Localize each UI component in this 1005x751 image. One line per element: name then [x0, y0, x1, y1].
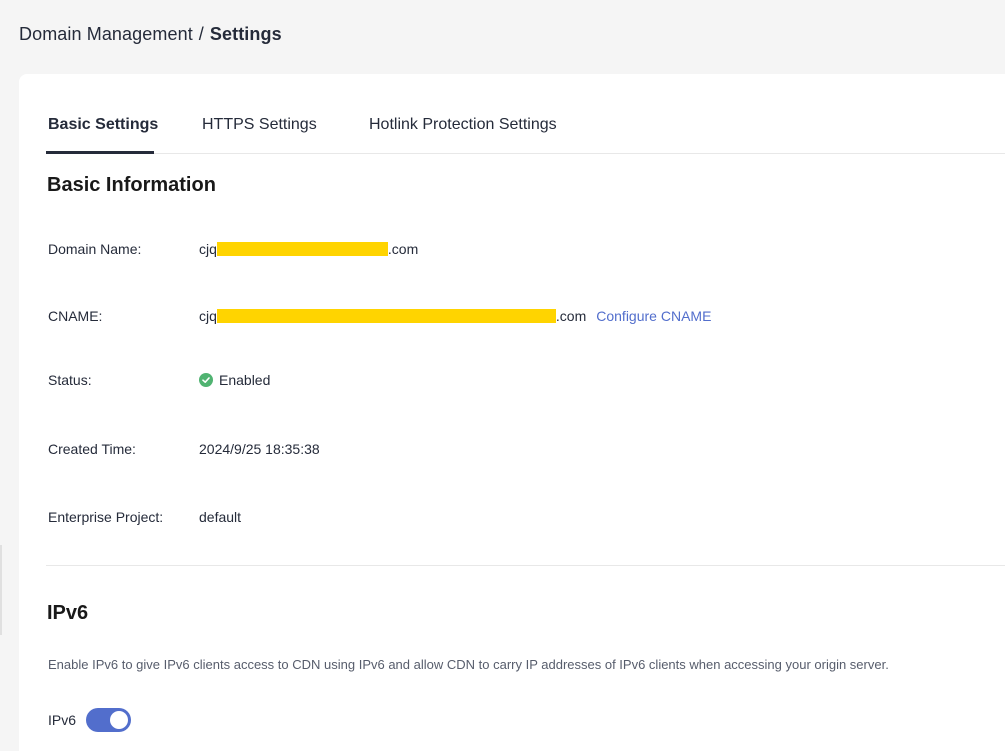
left-edge-divider	[0, 545, 2, 635]
page: Domain Management / Settings Basic Setting…	[0, 0, 1005, 751]
ipv6-toggle-label: IPv6	[48, 712, 77, 728]
domain-name-prefix: cjq	[199, 241, 217, 257]
breadcrumb-separator: /	[198, 24, 204, 44]
enterprise-project-value: default	[199, 509, 242, 525]
status-label: Status:	[48, 372, 92, 388]
ipv6-description: Enable IPv6 to give IPv6 clients access …	[48, 657, 889, 672]
status-text: Enabled	[219, 372, 271, 388]
active-tab-indicator	[46, 151, 154, 154]
status-value: Enabled	[199, 372, 270, 388]
tab-hotlink-protection-settings[interactable]: Hotlink Protection Settings	[369, 116, 557, 134]
ipv6-toggle-row: IPv6	[48, 708, 132, 732]
tab-bar: Basic Settings HTTPS Settings Hotlink Pr…	[46, 74, 1005, 154]
breadcrumb: Domain Management / Settings	[19, 24, 282, 45]
tab-basic-settings[interactable]: Basic Settings	[48, 116, 158, 134]
enterprise-project-label: Enterprise Project:	[48, 509, 164, 525]
cname-label: CNAME:	[48, 308, 103, 324]
created-time-label: Created Time:	[48, 441, 136, 457]
ipv6-toggle-switch[interactable]	[86, 708, 132, 732]
ipv6-title: IPv6	[47, 602, 89, 624]
toggle-knob	[110, 711, 129, 729]
cname-prefix: cjq	[199, 308, 217, 324]
basic-information-title: Basic Information	[47, 174, 216, 196]
domain-name-redaction	[216, 242, 388, 256]
cname-suffix: .com	[555, 308, 587, 324]
created-time-value: 2024/9/25 18:35:38	[199, 441, 320, 457]
section-divider	[46, 565, 1005, 566]
cname-value: cjq .com Configure CNAME	[199, 308, 711, 324]
settings-card: Basic Settings HTTPS Settings Hotlink Pr…	[19, 74, 1005, 751]
domain-name-label: Domain Name:	[48, 241, 142, 257]
check-circle-icon	[199, 373, 213, 387]
breadcrumb-domain-management[interactable]: Domain Management	[19, 24, 193, 44]
breadcrumb-current: Settings	[209, 24, 282, 44]
cname-redaction	[216, 309, 556, 323]
domain-name-suffix: .com	[387, 241, 419, 257]
domain-name-value: cjq .com	[199, 241, 418, 257]
configure-cname-link[interactable]: Configure CNAME	[596, 308, 711, 324]
tab-https-settings[interactable]: HTTPS Settings	[202, 116, 317, 134]
